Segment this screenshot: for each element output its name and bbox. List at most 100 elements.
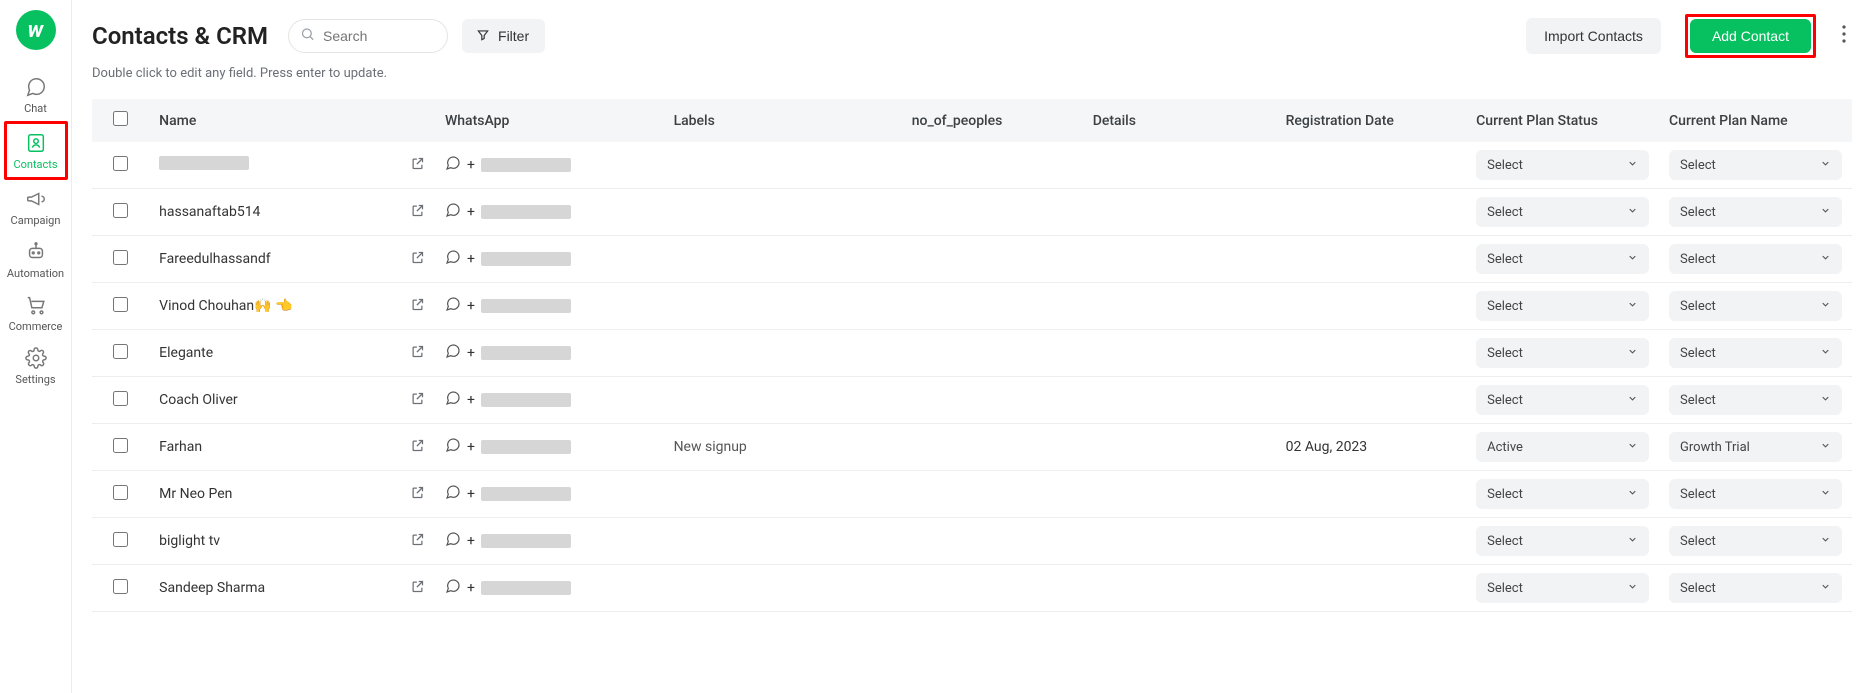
registration-date-cell[interactable] xyxy=(1276,565,1467,612)
no-of-peoples-cell[interactable] xyxy=(902,142,1083,189)
details-cell[interactable] xyxy=(1083,236,1276,283)
sidebar-item-contacts[interactable]: Contacts xyxy=(4,121,68,180)
plan-name-select[interactable]: Select xyxy=(1669,526,1842,556)
whatsapp-cell[interactable]: + xyxy=(445,343,654,363)
plan-status-select[interactable]: Select xyxy=(1476,338,1649,368)
whatsapp-cell[interactable]: + xyxy=(445,202,654,222)
sidebar-item-settings[interactable]: Settings xyxy=(4,339,68,392)
row-checkbox[interactable] xyxy=(113,156,128,171)
registration-date-cell[interactable] xyxy=(1276,330,1467,377)
no-of-peoples-cell[interactable] xyxy=(902,377,1083,424)
open-contact-icon[interactable] xyxy=(410,297,425,316)
contact-name[interactable]: Vinod Chouhan🙌 👈 xyxy=(159,298,402,314)
col-name[interactable]: Name xyxy=(149,99,435,142)
sidebar-item-commerce[interactable]: Commerce xyxy=(4,286,68,339)
open-contact-icon[interactable] xyxy=(410,250,425,269)
labels-cell[interactable] xyxy=(664,330,902,377)
whatsapp-cell[interactable]: + xyxy=(445,437,654,457)
row-checkbox[interactable] xyxy=(113,250,128,265)
details-cell[interactable] xyxy=(1083,142,1276,189)
open-contact-icon[interactable] xyxy=(410,344,425,363)
contact-name[interactable]: Sandeep Sharma xyxy=(159,580,402,596)
plan-status-select[interactable]: Select xyxy=(1476,526,1649,556)
add-contact-button[interactable]: Add Contact xyxy=(1690,19,1811,53)
details-cell[interactable] xyxy=(1083,189,1276,236)
plan-name-select[interactable]: Select xyxy=(1669,573,1842,603)
whatsapp-cell[interactable]: + xyxy=(445,249,654,269)
labels-cell[interactable] xyxy=(664,565,902,612)
no-of-peoples-cell[interactable] xyxy=(902,236,1083,283)
plan-name-select[interactable]: Select xyxy=(1669,197,1842,227)
row-checkbox[interactable] xyxy=(113,344,128,359)
row-checkbox[interactable] xyxy=(113,579,128,594)
details-cell[interactable] xyxy=(1083,424,1276,471)
col-noofpeoples[interactable]: no_of_peoples xyxy=(902,99,1083,142)
registration-date-cell[interactable] xyxy=(1276,189,1467,236)
plan-name-select[interactable]: Select xyxy=(1669,291,1842,321)
col-labels[interactable]: Labels xyxy=(664,99,902,142)
whatsapp-cell[interactable]: + xyxy=(445,155,654,175)
labels-cell[interactable] xyxy=(664,377,902,424)
labels-cell[interactable]: New signup xyxy=(664,424,902,471)
sidebar-item-campaign[interactable]: Campaign xyxy=(4,180,68,233)
open-contact-icon[interactable] xyxy=(410,438,425,457)
plan-status-select[interactable]: Select xyxy=(1476,385,1649,415)
registration-date-cell[interactable] xyxy=(1276,236,1467,283)
sidebar-item-automation[interactable]: Automation xyxy=(4,233,68,286)
open-contact-icon[interactable] xyxy=(410,203,425,222)
open-contact-icon[interactable] xyxy=(410,485,425,504)
whatsapp-cell[interactable]: + xyxy=(445,484,654,504)
import-contacts-button[interactable]: Import Contacts xyxy=(1526,18,1661,54)
plan-name-select[interactable]: Select xyxy=(1669,385,1842,415)
row-checkbox[interactable] xyxy=(113,297,128,312)
whatsapp-cell[interactable]: + xyxy=(445,296,654,316)
plan-status-select[interactable]: Active xyxy=(1476,432,1649,462)
contact-name[interactable]: hassanaftab514 xyxy=(159,204,402,220)
plan-status-select[interactable]: Select xyxy=(1476,197,1649,227)
labels-cell[interactable] xyxy=(664,471,902,518)
no-of-peoples-cell[interactable] xyxy=(902,189,1083,236)
plan-status-select[interactable]: Select xyxy=(1476,479,1649,509)
registration-date-cell[interactable] xyxy=(1276,518,1467,565)
open-contact-icon[interactable] xyxy=(410,156,425,175)
no-of-peoples-cell[interactable] xyxy=(902,518,1083,565)
details-cell[interactable] xyxy=(1083,471,1276,518)
labels-cell[interactable] xyxy=(664,236,902,283)
open-contact-icon[interactable] xyxy=(410,579,425,598)
plan-name-select[interactable]: Select xyxy=(1669,244,1842,274)
whatsapp-cell[interactable]: + xyxy=(445,390,654,410)
registration-date-cell[interactable] xyxy=(1276,377,1467,424)
row-checkbox[interactable] xyxy=(113,485,128,500)
plan-status-select[interactable]: Select xyxy=(1476,150,1649,180)
plan-name-select[interactable]: Select xyxy=(1669,479,1842,509)
col-planname[interactable]: Current Plan Name xyxy=(1659,99,1852,142)
no-of-peoples-cell[interactable] xyxy=(902,283,1083,330)
col-planstatus[interactable]: Current Plan Status xyxy=(1466,99,1659,142)
registration-date-cell[interactable] xyxy=(1276,471,1467,518)
contact-name[interactable]: biglight tv xyxy=(159,533,402,549)
registration-date-cell[interactable]: 02 Aug, 2023 xyxy=(1276,424,1467,471)
details-cell[interactable] xyxy=(1083,330,1276,377)
plan-name-select[interactable]: Select xyxy=(1669,338,1842,368)
row-checkbox[interactable] xyxy=(113,438,128,453)
contact-name[interactable]: Mr Neo Pen xyxy=(159,486,402,502)
no-of-peoples-cell[interactable] xyxy=(902,424,1083,471)
open-contact-icon[interactable] xyxy=(410,532,425,551)
details-cell[interactable] xyxy=(1083,518,1276,565)
registration-date-cell[interactable] xyxy=(1276,142,1467,189)
no-of-peoples-cell[interactable] xyxy=(902,565,1083,612)
more-menu-button[interactable] xyxy=(1836,25,1852,47)
registration-date-cell[interactable] xyxy=(1276,283,1467,330)
select-all-checkbox[interactable] xyxy=(113,111,128,126)
labels-cell[interactable] xyxy=(664,189,902,236)
details-cell[interactable] xyxy=(1083,565,1276,612)
details-cell[interactable] xyxy=(1083,283,1276,330)
contact-name[interactable]: Farhan xyxy=(159,439,402,455)
plan-name-select[interactable]: Growth Trial xyxy=(1669,432,1842,462)
contact-name[interactable]: Elegante xyxy=(159,345,402,361)
plan-status-select[interactable]: Select xyxy=(1476,573,1649,603)
details-cell[interactable] xyxy=(1083,377,1276,424)
row-checkbox[interactable] xyxy=(113,203,128,218)
whatsapp-cell[interactable]: + xyxy=(445,531,654,551)
open-contact-icon[interactable] xyxy=(410,391,425,410)
